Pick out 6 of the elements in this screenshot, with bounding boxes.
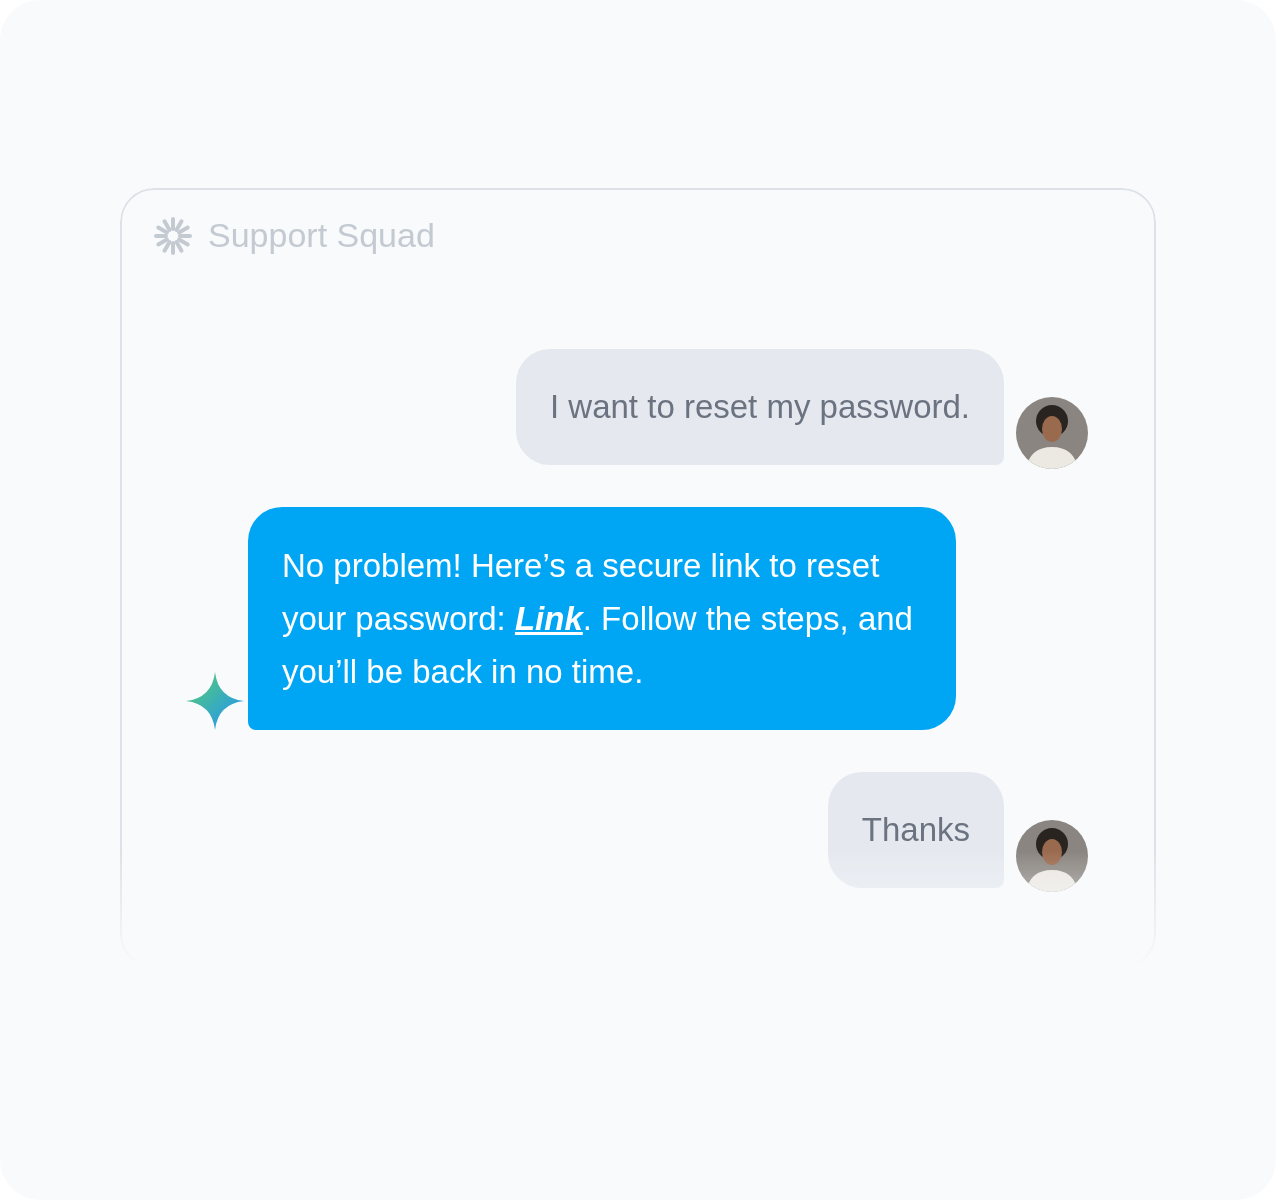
message-bubble: I want to reset my password. xyxy=(516,349,1004,465)
link[interactable]: Link xyxy=(514,600,583,637)
logo-icon xyxy=(152,214,194,257)
message-bubble: Thanks xyxy=(827,772,1004,888)
sparkle-icon xyxy=(186,672,244,730)
message-text: No problem! Here’s a secure link to reset your password: Link. Follow the steps, and you’ll be back in no time. xyxy=(282,546,914,692)
